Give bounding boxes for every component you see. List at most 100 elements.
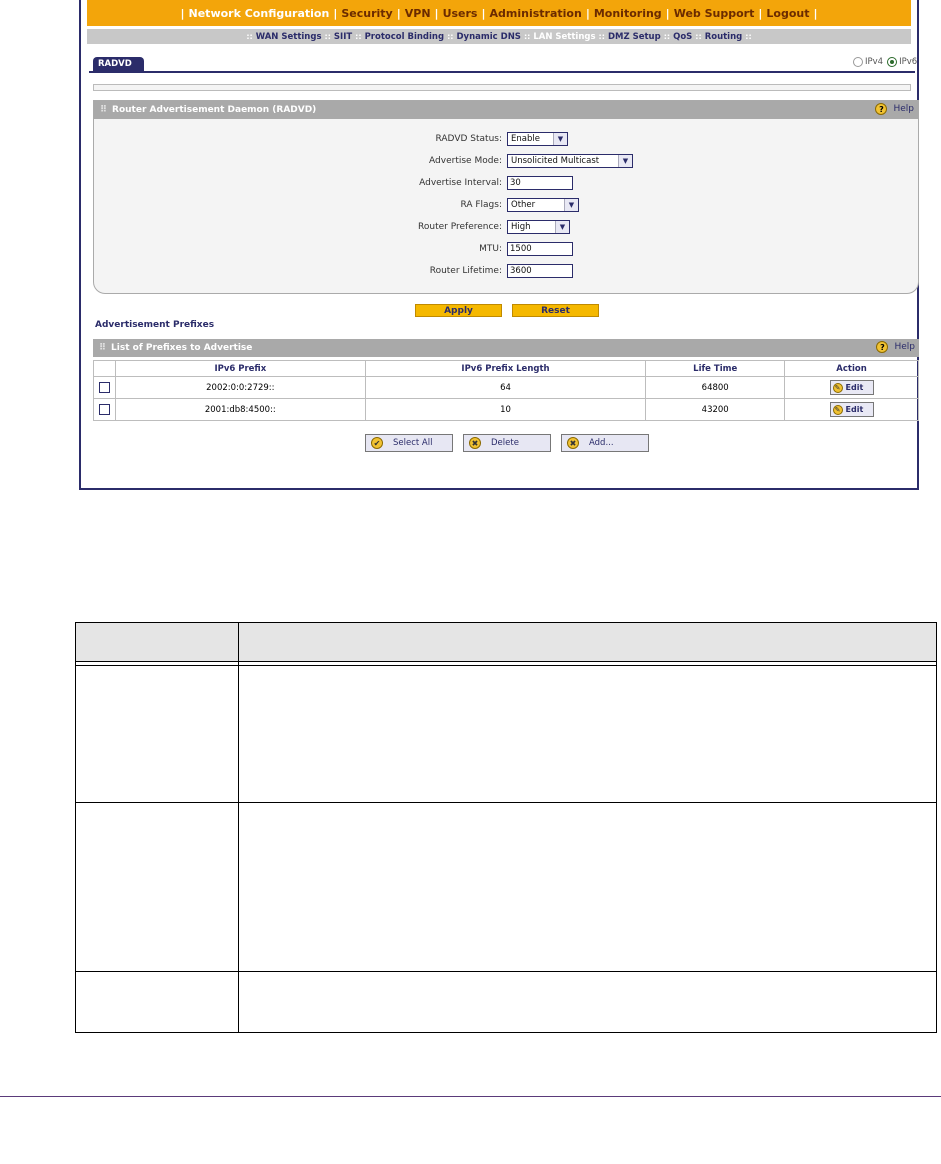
radvd-status-value: Enable [511, 134, 540, 144]
help-icon: ? [875, 103, 888, 115]
advertise-mode-select[interactable]: Unsolicited Multicast ▼ [507, 154, 633, 168]
document-cell [75, 971, 239, 1033]
nav-separator: | [180, 6, 185, 20]
subnav-dmz-setup[interactable]: DMZ Setup [608, 32, 661, 42]
nav-web-support[interactable]: Web Support [674, 7, 755, 20]
nav-users[interactable]: Users [443, 7, 478, 20]
chevron-down-icon: ▼ [555, 221, 569, 233]
tab-underline [89, 71, 915, 73]
help-label: Help [893, 104, 914, 114]
mtu-input[interactable]: 1500 [507, 242, 573, 256]
radvd-status-label: RADVD Status: [435, 134, 502, 144]
nav-separator: | [481, 6, 486, 20]
document-cell [237, 971, 938, 1033]
subnav-separator: :: [598, 32, 605, 41]
life-time-cell: 43200 [645, 398, 786, 421]
ipv4-radio[interactable] [853, 57, 863, 67]
radvd-status-row: RADVD Status: Enable ▼ [94, 131, 920, 147]
nav-separator: | [758, 6, 763, 20]
radvd-help-link[interactable]: ? Help [875, 103, 914, 115]
router-preference-label: Router Preference: [418, 222, 502, 232]
row-checkbox[interactable] [98, 382, 110, 393]
nav-network-configuration[interactable]: Network Configuration [189, 7, 330, 20]
column-header: Action [784, 360, 919, 377]
subnav-separator: :: [695, 32, 702, 41]
ipv6-label: IPv6 [899, 57, 918, 67]
row-select-cell [93, 376, 116, 399]
document-table-row [75, 665, 938, 803]
nav-separator: | [585, 6, 590, 20]
life-time-cell: 64800 [645, 376, 786, 399]
table-row: 2001:db8:4500:: 10 43200 ✎ Edit [93, 398, 919, 421]
radvd-status-select[interactable]: Enable ▼ [507, 132, 568, 146]
advertisement-prefixes-heading: Advertisement Prefixes [95, 320, 215, 330]
subnav-lan-settings[interactable]: LAN Settings [533, 32, 595, 42]
subnav-separator: :: [246, 32, 253, 41]
add-button[interactable]: ✖ Add... [561, 434, 649, 452]
radvd-section-header: ⠿ Router Advertisement Daemon (RADVD) ? … [94, 101, 918, 119]
ra-flags-row: RA Flags: Other ▼ [94, 197, 920, 213]
ra-flags-label: RA Flags: [460, 200, 502, 210]
column-header: IPv6 Prefix Length [364, 360, 647, 377]
advertise-interval-label: Advertise Interval: [419, 178, 502, 188]
chevron-down-icon: ▼ [553, 133, 567, 145]
grip-icon: ⠿ [100, 105, 108, 115]
document-table-header [75, 622, 938, 662]
subnav-protocol-binding[interactable]: Protocol Binding [365, 32, 445, 42]
prefix-table: IPv6 Prefix IPv6 Prefix Length Life Time… [93, 360, 919, 421]
advertise-interval-row: Advertise Interval: 30 [94, 175, 920, 191]
nav-separator: | [813, 6, 818, 20]
nav-monitoring[interactable]: Monitoring [594, 7, 662, 20]
ipv6-radio[interactable] [887, 57, 898, 67]
subnav-qos[interactable]: QoS [673, 32, 692, 42]
subnav-separator: :: [523, 32, 531, 41]
row-checkbox[interactable] [98, 404, 110, 415]
mtu-label: MTU: [479, 244, 502, 254]
radvd-section: ⠿ Router Advertisement Daemon (RADVD) ? … [93, 100, 919, 294]
edit-button[interactable]: ✎ Edit [829, 402, 874, 417]
document-header-cell [237, 622, 938, 662]
nav-security[interactable]: Security [341, 7, 392, 20]
chevron-down-icon: ▼ [564, 199, 578, 211]
advertise-interval-input[interactable]: 30 [507, 176, 573, 190]
subnav-wan-settings[interactable]: WAN Settings [256, 32, 322, 42]
subnav-dynamic-dns[interactable]: Dynamic DNS [456, 32, 520, 42]
document-table [75, 622, 938, 1033]
reset-button[interactable]: Reset [512, 304, 599, 317]
column-header: Life Time [645, 360, 786, 377]
progress-bar [93, 84, 911, 91]
chevron-down-icon: ▼ [618, 155, 632, 167]
edit-label: Edit [845, 405, 864, 414]
nav-vpn[interactable]: VPN [405, 7, 431, 20]
ra-flags-select[interactable]: Other ▼ [507, 198, 579, 212]
prefix-help-link[interactable]: ? Help [876, 341, 915, 353]
help-icon: ? [876, 341, 889, 353]
document-cell [75, 802, 239, 972]
delete-button[interactable]: ✖ Delete [463, 434, 551, 452]
router-preference-select[interactable]: High ▼ [507, 220, 570, 234]
router-preference-value: High [511, 222, 531, 232]
subnav-routing[interactable]: Routing [705, 32, 743, 42]
top-nav: | Network Configuration | Security | VPN… [87, 0, 911, 26]
edit-button[interactable]: ✎ Edit [829, 380, 874, 395]
nav-administration[interactable]: Administration [490, 7, 582, 20]
edit-icon: ✎ [832, 382, 843, 393]
nav-separator: | [665, 6, 670, 20]
nav-separator: | [434, 6, 439, 20]
prefix-length-cell: 64 [364, 376, 647, 399]
edit-icon: ✎ [832, 404, 843, 415]
ra-flags-value: Other [511, 200, 536, 210]
subnav-siit[interactable]: SIIT [334, 32, 352, 42]
nav-logout[interactable]: Logout [766, 7, 809, 20]
document-cell [237, 802, 938, 972]
router-lifetime-input[interactable]: 3600 [507, 264, 573, 278]
tab-radvd[interactable]: RADVD [93, 57, 144, 71]
table-header-row: IPv6 Prefix IPv6 Prefix Length Life Time… [93, 360, 919, 377]
apply-button[interactable]: Apply [415, 304, 502, 317]
subnav-separator: :: [663, 32, 671, 41]
prefix-list-title: List of Prefixes to Advertise [111, 343, 253, 353]
check-icon: ✔ [371, 437, 383, 449]
select-all-button[interactable]: ✔ Select All [365, 434, 453, 452]
subnav-separator: :: [355, 32, 362, 41]
ipv4-label: IPv4 [865, 57, 884, 67]
